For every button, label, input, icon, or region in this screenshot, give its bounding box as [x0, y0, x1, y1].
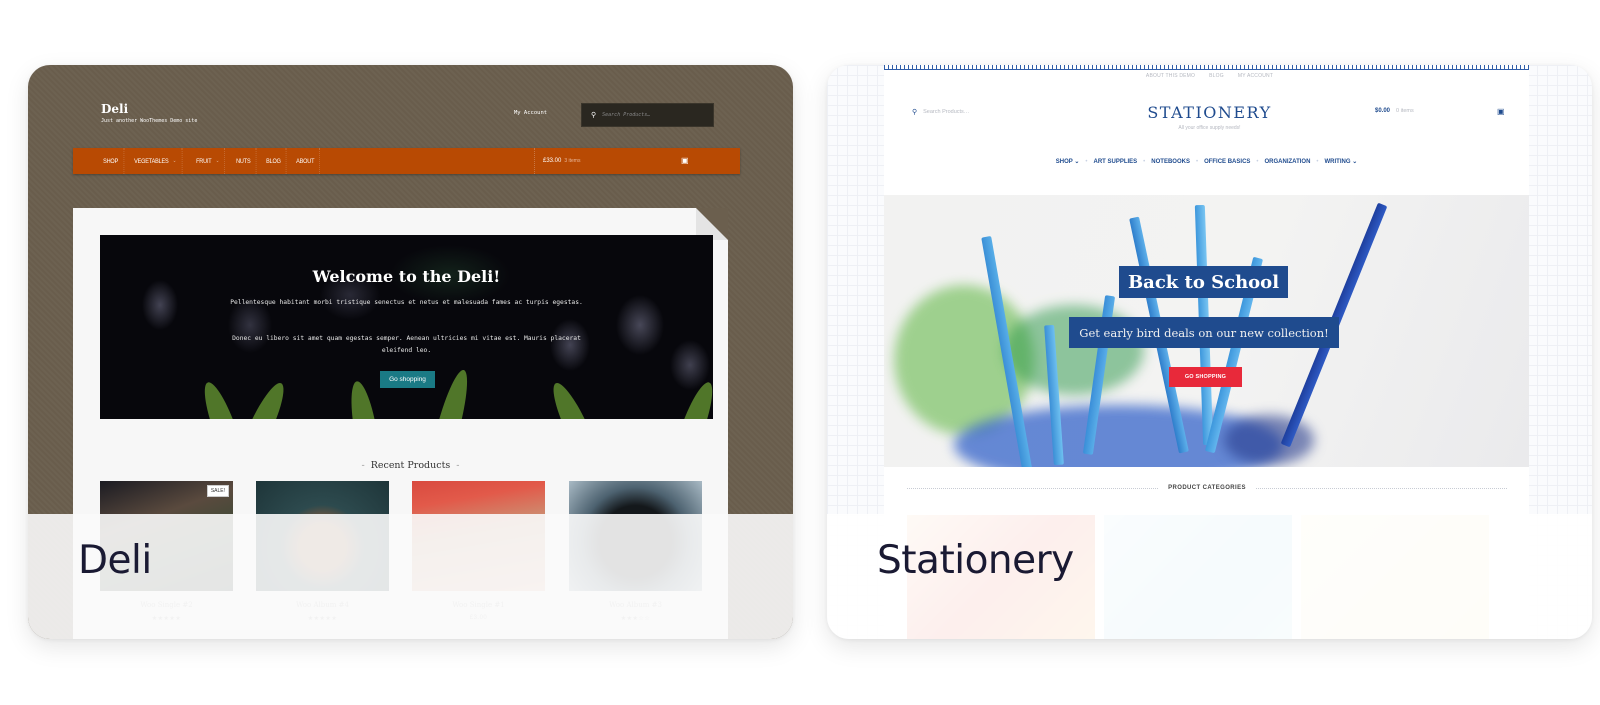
- deli-nav-item: NUTS: [231, 148, 257, 174]
- stationery-nav-bar: SHOP ⌄ • ART SUPPLIES • NOTEBOOKS • OFFI…: [884, 158, 1529, 166]
- deli-hero-paragraph: Donec eu libero sit amet quam egestas se…: [232, 335, 581, 354]
- stationery-hero-title: Back to School: [1119, 266, 1288, 298]
- stationery-nav-item: WRITING ⌄: [1324, 159, 1358, 165]
- cart-icon: ▣: [1497, 107, 1505, 116]
- deli-nav-item: ABOUT: [291, 148, 321, 174]
- stationery-site-title: STATIONERY: [1147, 103, 1272, 122]
- top-link: BLOG: [1209, 73, 1224, 79]
- stationery-cart-summary: $0.00 0 items: [1375, 108, 1414, 114]
- stationery-cart-amount: $0.00: [1375, 108, 1391, 114]
- stationery-nav-item: OFFICE BASICS: [1204, 158, 1251, 165]
- chevron-down-icon: ⌄: [1352, 159, 1358, 165]
- stationery-go-shopping-button: GO SHOPPING: [1169, 367, 1242, 387]
- deli-search-placeholder: Search Products…: [602, 112, 651, 118]
- theme-title[interactable]: Stationery: [877, 538, 1074, 583]
- deli-hero-paragraph: Pellentesque habitant morbi tristique se…: [230, 299, 583, 306]
- deli-cart-amount: £33.00: [543, 158, 562, 164]
- top-link: ABOUT THIS DEMO: [1145, 73, 1196, 79]
- deli-cart-count: 3 items: [564, 158, 581, 164]
- search-icon: ⚲: [591, 112, 597, 119]
- stationery-hero-banner: Back to School Get early bird deals on o…: [884, 195, 1529, 467]
- deli-hero-banner: Welcome to the Deli! Pellentesque habita…: [100, 235, 713, 419]
- stationery-nav-item: SHOP ⌄: [1055, 159, 1080, 165]
- deli-tagline: Just another WooThemes Demo site: [101, 118, 198, 124]
- sale-badge: SALE!: [206, 485, 229, 497]
- chevron-down-icon: ⌄: [172, 158, 176, 164]
- stationery-nav-item: NOTEBOOKS: [1151, 158, 1190, 165]
- chevron-down-icon: ⌄: [1074, 159, 1080, 165]
- deli-recent-products-heading: - Recent Products -: [361, 460, 460, 471]
- top-link: MY ACCOUNT: [1237, 73, 1274, 79]
- deli-hero-title: Welcome to the Deli!: [312, 267, 501, 286]
- stationery-top-links: ABOUT THIS DEMO BLOG MY ACCOUNT: [827, 73, 1592, 79]
- cart-icon: ▣: [681, 156, 689, 165]
- deli-search-box: ⚲ Search Products…: [581, 103, 714, 127]
- stationery-nav-item: ART SUPPLIES: [1093, 158, 1138, 165]
- deli-site-title: Deli: [101, 102, 129, 116]
- stationery-nav-item: ORGANIZATION: [1264, 158, 1311, 165]
- deli-nav-item: VEGETABLES ⌄: [129, 148, 182, 174]
- product-categories-heading: PRODUCT CATEGORIES: [907, 485, 1508, 491]
- deli-nav-item: FRUIT ⌄: [191, 148, 226, 174]
- deli-cart-summary: £33.00 3 items: [534, 148, 580, 174]
- deli-nav-item: SHOP: [98, 148, 125, 174]
- theme-card-deli[interactable]: Deli Just another WooThemes Demo site My…: [28, 65, 793, 639]
- stationery-hero-subtitle: Get early bird deals on our new collecti…: [1069, 317, 1339, 348]
- theme-title[interactable]: Deli: [78, 538, 152, 583]
- theme-card-stationery[interactable]: ABOUT THIS DEMO BLOG MY ACCOUNT ⚲ Search…: [827, 65, 1592, 639]
- deli-nav-item: BLOG: [261, 148, 287, 174]
- deli-go-shopping-button: Go shopping: [380, 371, 435, 388]
- stationery-cart-count: 0 items: [1396, 108, 1414, 114]
- deli-account-link: My Account: [514, 110, 548, 116]
- ruler-decoration: [884, 65, 1529, 70]
- deli-nav-bar: SHOP VEGETABLES ⌄ FRUIT ⌄ NUTS BLOG ABOUT: [73, 148, 740, 174]
- chevron-down-icon: ⌄: [215, 158, 220, 164]
- stationery-tagline: All your office supply needs!: [1178, 125, 1241, 131]
